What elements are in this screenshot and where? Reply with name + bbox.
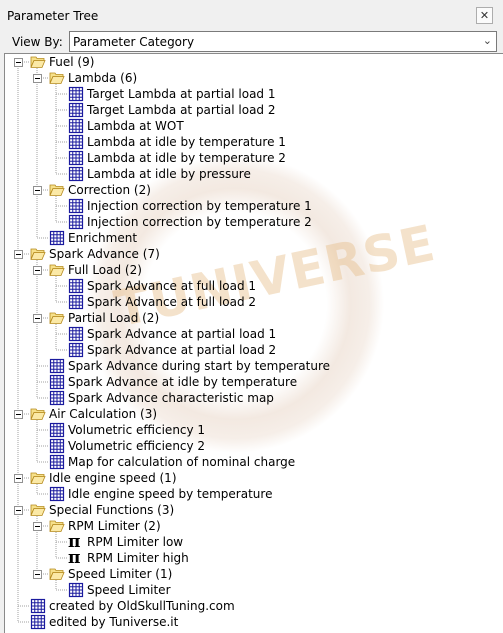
tree-item-label[interactable]: Target Lambda at partial load 1	[87, 86, 275, 102]
tree-item-label[interactable]: Spark Advance during start by temperatur…	[68, 358, 330, 374]
view-by-label: View By:	[12, 35, 63, 49]
tree-item-label[interactable]: Lambda at idle by temperature 1	[87, 134, 286, 150]
tree-folder-label[interactable]: Special Functions (3)	[49, 502, 174, 518]
tree-folder-label[interactable]: RPM Limiter (2)	[68, 518, 161, 534]
collapse-toggle[interactable]	[14, 474, 23, 483]
tree-item-label[interactable]: Spark Advance characteristic map	[68, 390, 274, 406]
open-folder-icon	[30, 246, 46, 262]
tree-item-label[interactable]: RPM Limiter high	[87, 550, 189, 566]
tree-folder-label[interactable]: Correction (2)	[68, 182, 151, 198]
table-grid-icon	[68, 86, 84, 102]
table-grid-icon	[68, 342, 84, 358]
view-by-dropdown[interactable]: Parameter Category ⌄	[69, 31, 497, 52]
open-folder-icon	[49, 182, 65, 198]
open-folder-icon	[49, 518, 65, 534]
tree-folder-label[interactable]: Spark Advance (7)	[49, 246, 160, 262]
open-folder-icon	[49, 310, 65, 326]
table-grid-icon	[49, 422, 65, 438]
tree-item-label[interactable]: Spark Advance at full load 2	[87, 294, 256, 310]
collapse-toggle[interactable]	[14, 250, 23, 259]
tree-folder-label[interactable]: Idle engine speed (1)	[49, 470, 177, 486]
tree-item-label[interactable]: Volumetric efficiency 1	[68, 422, 205, 438]
collapse-toggle[interactable]	[33, 266, 42, 275]
tree-item-label[interactable]: created by OldSkullTuning.com	[49, 598, 235, 614]
tree-folder-label[interactable]: Fuel (9)	[49, 54, 94, 70]
tree-item-label[interactable]: Spark Advance at full load 1	[87, 278, 256, 294]
tree-item-label[interactable]: Map for calculation of nominal charge	[68, 454, 295, 470]
collapse-toggle[interactable]	[14, 506, 23, 515]
tree-folder-label[interactable]: Full Load (2)	[68, 262, 142, 278]
tree-item-label[interactable]: Spark Advance at partial load 1	[87, 326, 276, 342]
tree-item-label[interactable]: Injection correction by temperature 1	[87, 198, 312, 214]
table-grid-icon	[68, 118, 84, 134]
open-folder-icon	[30, 502, 46, 518]
table-grid-icon	[68, 102, 84, 118]
tree-item-label[interactable]: Speed Limiter	[87, 582, 171, 598]
open-folder-icon	[49, 70, 65, 86]
table-grid-icon	[68, 150, 84, 166]
tree-folder-label[interactable]: Air Calculation (3)	[49, 406, 157, 422]
collapse-toggle[interactable]	[33, 314, 42, 323]
open-folder-icon	[49, 566, 65, 582]
table-grid-icon	[68, 278, 84, 294]
table-grid-icon	[49, 454, 65, 470]
table-grid-icon	[68, 134, 84, 150]
tree-item-label[interactable]: edited by Tuniverse.it	[49, 614, 178, 630]
table-grid-icon	[49, 390, 65, 406]
open-folder-icon	[30, 470, 46, 486]
close-button[interactable]: ✕	[476, 7, 493, 24]
table-grid-icon	[49, 438, 65, 454]
tree-item-label[interactable]: Volumetric efficiency 2	[68, 438, 205, 454]
tree-item-label[interactable]: Idle engine speed by temperature	[68, 486, 272, 502]
table-grid-icon	[68, 294, 84, 310]
tree-item-label[interactable]: RPM Limiter low	[87, 534, 183, 550]
collapse-toggle[interactable]	[33, 522, 42, 531]
window-title: Parameter Tree	[7, 9, 99, 23]
collapse-toggle[interactable]	[33, 74, 42, 83]
tree-folder-label[interactable]: Speed Limiter (1)	[68, 566, 172, 582]
collapse-toggle[interactable]	[14, 58, 23, 67]
tree-folder-label[interactable]: Partial Load (2)	[68, 310, 159, 326]
table-grid-icon	[49, 374, 65, 390]
tree-item-label[interactable]: Injection correction by temperature 2	[87, 214, 312, 230]
table-grid-icon	[68, 326, 84, 342]
pi-constant-icon: π	[68, 548, 81, 568]
table-grid-icon	[68, 198, 84, 214]
tree-folder-label[interactable]: Lambda (6)	[68, 70, 137, 86]
tree-item-label[interactable]: Lambda at idle by pressure	[87, 166, 251, 182]
parameter-tree[interactable]: TUNIVERSE Fuel (9) Lambda (6) Target Lambd…	[4, 53, 503, 633]
open-folder-icon	[49, 262, 65, 278]
table-grid-icon	[68, 166, 84, 182]
table-grid-icon	[49, 230, 65, 246]
chevron-down-icon: ⌄	[482, 34, 492, 47]
tree-item-label[interactable]: Spark Advance at partial load 2	[87, 342, 276, 358]
table-grid-icon	[68, 582, 84, 598]
collapse-toggle[interactable]	[33, 186, 42, 195]
table-grid-icon	[30, 614, 46, 630]
tree-item-label[interactable]: Lambda at idle by temperature 2	[87, 150, 286, 166]
table-grid-icon	[49, 358, 65, 374]
table-grid-icon	[49, 486, 65, 502]
open-folder-icon	[30, 54, 46, 70]
collapse-toggle[interactable]	[14, 410, 23, 419]
tree-item-label[interactable]: Spark Advance at idle by temperature	[68, 374, 297, 390]
table-grid-icon	[68, 214, 84, 230]
tree-item-label[interactable]: Target Lambda at partial load 2	[87, 102, 275, 118]
view-by-value: Parameter Category	[73, 35, 195, 49]
open-folder-icon	[30, 406, 46, 422]
tree-item-label[interactable]: Lambda at WOT	[87, 118, 184, 134]
view-by-row: View By: Parameter Category ⌄	[0, 31, 503, 53]
title-bar: Parameter Tree ✕	[0, 0, 503, 31]
tree-item-label[interactable]: Enrichment	[68, 230, 137, 246]
table-grid-icon	[30, 598, 46, 614]
close-icon: ✕	[479, 9, 490, 22]
collapse-toggle[interactable]	[33, 570, 42, 579]
